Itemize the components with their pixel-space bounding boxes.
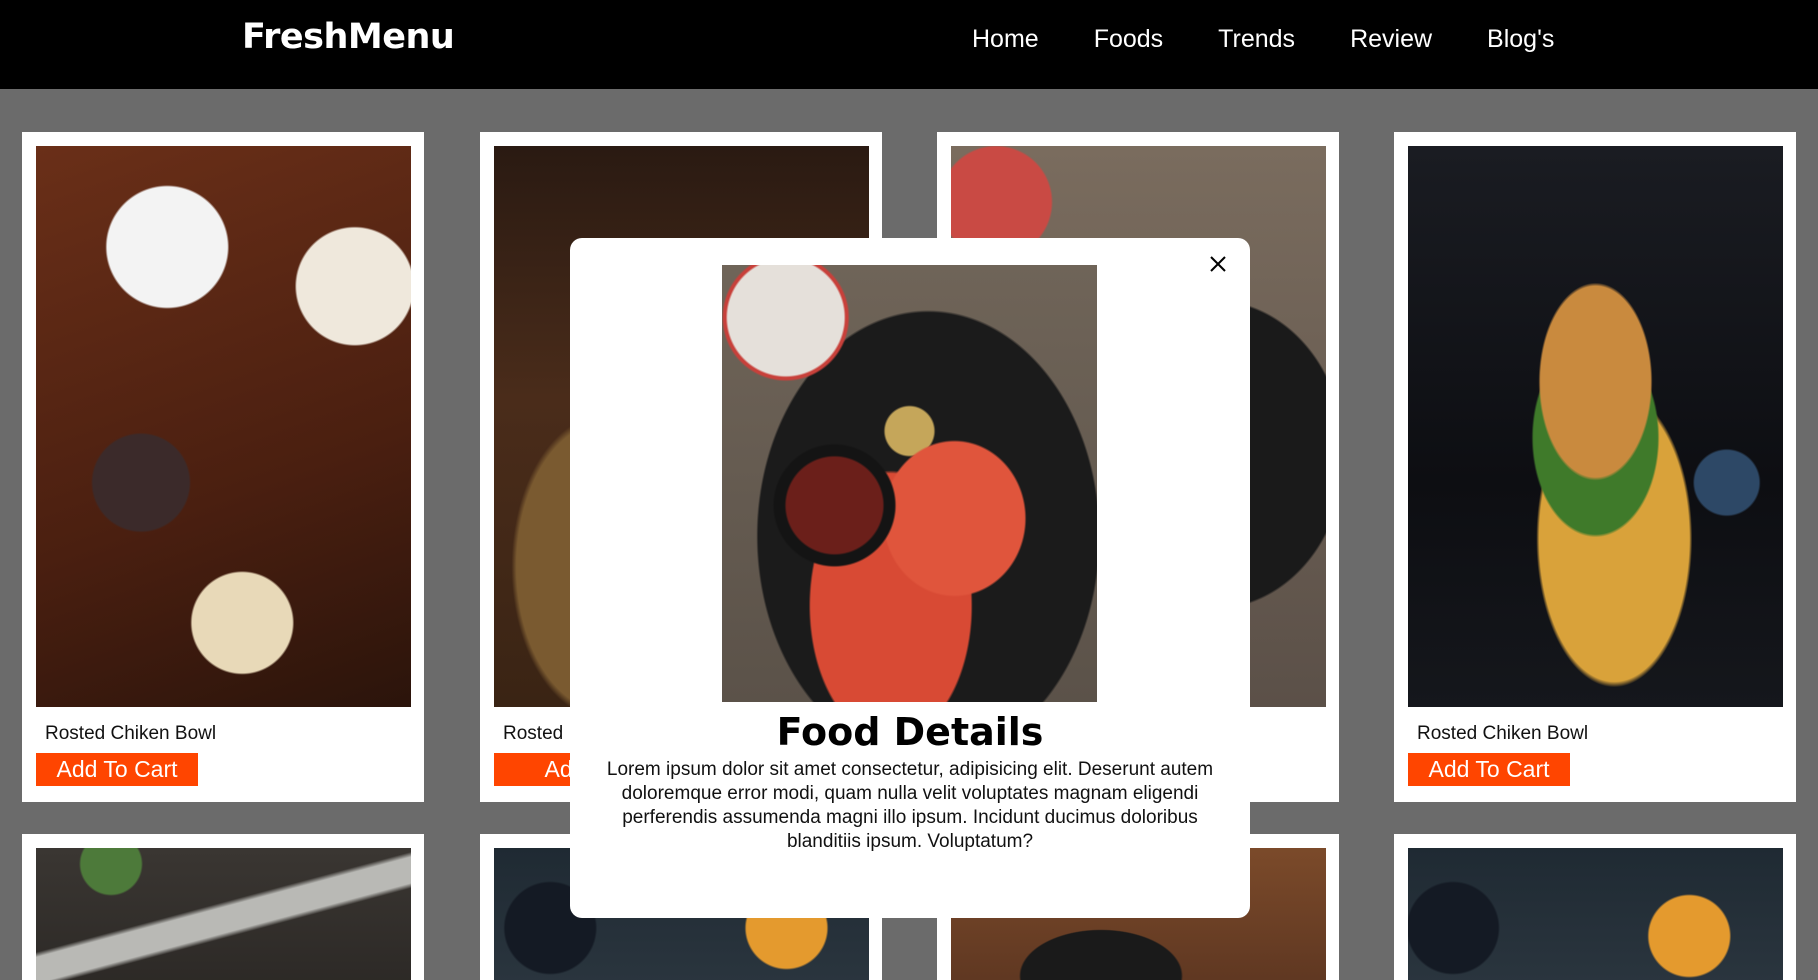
- food-card-5: [22, 834, 424, 980]
- nav-foods[interactable]: Foods: [1094, 25, 1163, 54]
- modal-description: Lorem ipsum dolor sit amet consectetur, …: [606, 759, 1214, 852]
- food-image[interactable]: [1408, 848, 1783, 980]
- nav-home[interactable]: Home: [972, 25, 1039, 54]
- food-name: Rosted Chiken Bowl: [45, 723, 217, 744]
- food-details-modal: Food Details Lorem ipsum dolor sit amet …: [570, 238, 1250, 918]
- modal-title: Food Details: [776, 710, 1044, 754]
- nav-review[interactable]: Review: [1350, 25, 1432, 54]
- food-image[interactable]: [36, 146, 411, 707]
- add-to-cart-button[interactable]: Add To Cart: [36, 753, 198, 786]
- food-image[interactable]: [1408, 146, 1783, 707]
- food-card-1: Rosted Chiken Bowl Add To Cart: [22, 132, 424, 802]
- brand-logo[interactable]: FreshMenu: [242, 17, 455, 57]
- navbar: FreshMenu Home Foods Trends Review Blog'…: [0, 0, 1818, 89]
- nav-menu: Home Foods Trends Review Blog's: [972, 25, 1609, 54]
- food-name: Rosted: [503, 723, 564, 744]
- add-to-cart-button[interactable]: Add To Cart: [1408, 753, 1570, 786]
- modal-food-image: [722, 265, 1097, 702]
- food-image[interactable]: [36, 848, 411, 980]
- close-icon[interactable]: [1206, 252, 1230, 276]
- food-card-4: Rosted Chiken Bowl Add To Cart: [1394, 132, 1796, 802]
- nav-blogs[interactable]: Blog's: [1487, 25, 1554, 54]
- food-name: Rosted Chiken Bowl: [1417, 723, 1589, 744]
- food-card-8: [1394, 834, 1796, 980]
- nav-trends[interactable]: Trends: [1218, 25, 1295, 54]
